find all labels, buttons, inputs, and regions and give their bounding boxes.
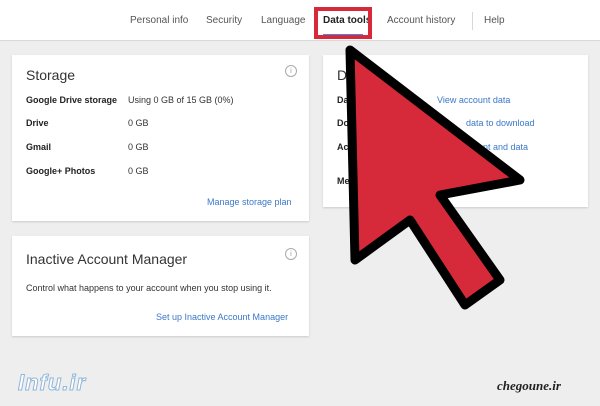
red-arrow-pointer-icon <box>345 45 525 310</box>
watermark-left: Infu.ir <box>17 370 87 396</box>
watermark-right: chegoune.ir <box>497 378 561 393</box>
